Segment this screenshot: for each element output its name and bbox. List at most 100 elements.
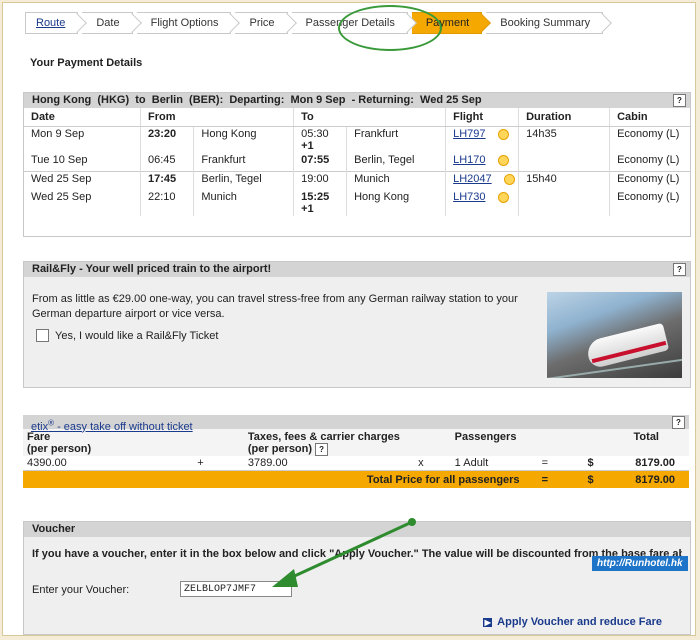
airline-logo-icon [503, 173, 515, 185]
grand-total-row: Total Price for all passengers = $ 8179.… [23, 470, 689, 488]
fare-col-sub: (per person) [27, 443, 92, 455]
next-day-marker: +1 [301, 203, 314, 215]
tax-col-sub: (per person) [247, 443, 313, 455]
currency: $ [587, 473, 594, 486]
help-icon[interactable]: ? [673, 263, 686, 276]
flight-number-link[interactable]: LH2047 [453, 173, 492, 185]
flight-flight[interactable]: LH170 [445, 153, 520, 172]
plus-sign: + [197, 457, 204, 469]
railfly-header: Rail&Fly - Your well priced train to the… [24, 262, 690, 277]
airline-logo-icon [497, 128, 509, 140]
grand-total-label: Total Price for all passengers [366, 473, 520, 486]
airline-logo-icon [497, 191, 509, 203]
help-icon[interactable]: ? [672, 416, 685, 429]
itinerary-title: Hong Kong (HKG) to Berlin (BER): Departi… [32, 94, 482, 106]
watermark: http://Runhotel.hk [592, 556, 688, 571]
railfly-panel: Rail&Fly - Your well priced train to the… [23, 261, 691, 388]
col-from: From [140, 108, 295, 127]
flight-to: Munich [346, 171, 447, 190]
arrival-time: 19:00 [301, 173, 329, 185]
flight-cabin: Economy (L) [609, 171, 690, 190]
flight-row: Tue 10 Sep 06:45 Frankfurt 07:55 Berlin, Teg… [24, 153, 690, 172]
flight-arr-time: 07:55 [293, 153, 348, 172]
crumb-booking-summary: Booking Summary [486, 12, 604, 34]
times-sign: x [418, 457, 424, 469]
railfly-description: From as little as €29.00 one-way, you ca… [32, 293, 518, 320]
flight-duration: 14h35 [518, 126, 611, 153]
col-date: Date [24, 108, 141, 127]
flight-date: Wed 25 Sep [24, 171, 141, 190]
flight-flight[interactable]: LH730 [445, 190, 520, 216]
arrow-right-icon: ▶ [483, 617, 493, 627]
flight-to: Frankfurt [346, 126, 447, 153]
page-title: Your Payment Details [30, 57, 143, 69]
annotation-arrow [272, 518, 416, 587]
flight-cabin: Economy (L) [617, 191, 680, 203]
fare-header: etix® - easy take off without ticket ? [23, 415, 689, 433]
flight-to: Berlin, Tegel [346, 153, 447, 172]
flight-cabin: Economy (L) [617, 154, 680, 166]
crumb-date: Date [82, 12, 133, 34]
flight-date: Wed 25 Sep [24, 190, 141, 216]
grand-total-value: 8179.00 [635, 473, 675, 486]
itinerary-header: Hong Kong (HKG) to Berlin (BER): Departi… [24, 93, 690, 108]
flight-from: Hong Kong [193, 126, 295, 153]
flight-from: Berlin, Tegel [193, 171, 295, 190]
flight-arr-time: 15:25 +1 [293, 190, 348, 216]
flight-row: Wed 25 Sep 17:45 Berlin, Tegel 19:00 Munich L… [24, 171, 690, 190]
fare-table: Fare (per person) Taxes, fees & carrier c… [23, 429, 689, 488]
arrival-time: 15:25 [301, 191, 330, 203]
itinerary-panel: Hong Kong (HKG) to Berlin (BER): Departi… [23, 92, 691, 237]
railfly-option[interactable]: Yes, I would like a Rail&Fly Ticket [36, 329, 218, 342]
flight-duration: 15h40 [518, 171, 611, 190]
fare-value: 4390.00 [27, 457, 67, 469]
total-col-header: Total [633, 431, 659, 443]
flight-duration [518, 153, 611, 172]
flight-flight[interactable]: LH797 [445, 126, 520, 153]
flight-cabin: Economy (L) [617, 128, 680, 140]
railfly-checkbox-label: Yes, I would like a Rail&Fly Ticket [55, 329, 219, 342]
flight-dep-time: 22:10 [140, 190, 195, 216]
flight-arr-time: 19:00 [293, 171, 348, 190]
flight-number-link[interactable]: LH797 [453, 128, 485, 140]
breadcrumb: Route Date Flight Options Price Passenge… [25, 12, 607, 34]
flight-row: Mon 9 Sep 23:20 Hong Kong 05:30 +1 Frankfurt L… [24, 126, 690, 153]
flight-flight[interactable]: LH2047 [445, 171, 520, 190]
equals-sign: = [541, 457, 548, 469]
flight-duration [518, 190, 611, 216]
tax-value: 3789.00 [247, 457, 288, 469]
col-to: To [293, 108, 447, 127]
next-day-marker: +1 [301, 140, 314, 152]
arrival-time: 05:30 [301, 128, 329, 140]
flight-date: Tue 10 Sep [24, 153, 141, 172]
crumb-route[interactable]: Route [25, 12, 79, 34]
apply-voucher-link[interactable]: ▶ Apply Voucher and reduce Fare [483, 616, 662, 628]
arrival-time: 07:55 [301, 154, 330, 166]
flight-from: Munich [193, 190, 295, 216]
pax-col-header: Passengers [454, 431, 517, 443]
railfly-checkbox[interactable] [36, 329, 49, 342]
flight-date: Mon 9 Sep [24, 126, 141, 153]
flight-row: Wed 25 Sep 22:10 Munich 15:25 +1 Hong Kong LH7… [24, 190, 690, 216]
equals-sign: = [541, 473, 548, 486]
apply-voucher-label: Apply Voucher and reduce Fare [497, 616, 662, 628]
flight-dep-time: 06:45 [140, 153, 195, 172]
help-icon[interactable]: ? [315, 443, 329, 456]
col-flight: Flight [445, 108, 520, 127]
help-icon[interactable]: ? [673, 94, 686, 107]
voucher-title: Voucher [32, 523, 76, 535]
voucher-label: Enter your Voucher: [32, 584, 130, 596]
col-duration: Duration [518, 108, 611, 127]
flight-from: Frankfurt [193, 153, 295, 172]
flight-number-link[interactable]: LH730 [453, 191, 485, 203]
crumb-price: Price [235, 12, 288, 34]
airline-logo-icon [497, 154, 509, 166]
crumb-flight-options: Flight Options [136, 12, 232, 34]
train-image [547, 292, 682, 378]
etix-link[interactable]: etix® - easy take off without ticket [31, 418, 193, 433]
row-total: 8179.00 [635, 457, 675, 469]
railfly-title: Rail&Fly - Your well priced train to the… [32, 263, 272, 275]
flight-number-link[interactable]: LH170 [453, 154, 485, 166]
fare-panel: etix® - easy take off without ticket ? F… [23, 415, 689, 495]
flight-table: Date From To Flight Duration Cabin Mon 9… [24, 108, 690, 216]
